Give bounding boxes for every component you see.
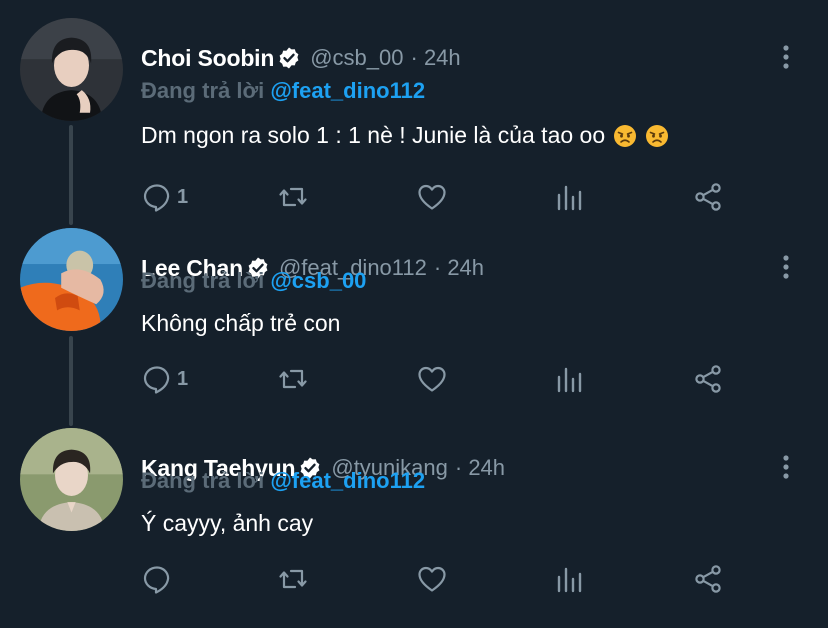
reply-count: 1 [177,185,189,208]
tweet-text: Dm ngon ra solo 1 : 1 nè ! Junie là của … [141,122,669,149]
retweet-icon [279,569,307,589]
tweet-text: Ý cayyy, ảnh cay [141,510,313,537]
replying-to: Đang trả lời @feat_dino112 [141,468,425,494]
reply-count: 1 [177,367,189,390]
like-icon [418,366,446,392]
avatar[interactable] [20,18,123,121]
tweet-text-body: Ý cayyy, ảnh cay [141,510,314,536]
retweet-icon [279,187,307,207]
share-button[interactable] [692,180,724,214]
tweet-text-body: Dm ngon ra solo 1 : 1 nè ! Junie là của … [141,122,606,148]
analytics-icon [557,185,582,211]
tweet-text: Không chấp trẻ con [141,310,340,337]
more-icon[interactable] [774,253,798,281]
angry-face-emoji [645,124,669,148]
replying-to-handle[interactable]: @csb_00 [270,268,366,293]
tweet-text-body: Không chấp trẻ con [141,310,341,336]
reply-button[interactable] [141,562,177,596]
retweet-button[interactable] [277,180,309,214]
timestamp[interactable]: · 24h [434,255,484,281]
share-button[interactable] [692,562,724,596]
avatar[interactable] [20,428,123,531]
retweet-button[interactable] [277,362,309,396]
analytics-button[interactable] [554,362,586,396]
reply-icon [143,366,170,394]
reply-icon [143,566,170,594]
like-icon [418,566,446,592]
like-icon [418,184,446,210]
replying-to: Đang trả lời @csb_00 [141,268,366,294]
more-icon[interactable] [774,43,798,71]
username[interactable]: @csb_00 [310,45,403,71]
replying-to-handle[interactable]: @feat_dino112 [270,468,425,493]
more-icon[interactable] [774,453,798,481]
like-button[interactable] [416,180,448,214]
share-icon [695,565,721,593]
replying-to-label: Đang trả lời [141,468,265,493]
angry-face-emoji [613,124,637,148]
replying-to-label: Đang trả lời [141,78,265,103]
reply-icon [143,184,170,212]
replying-to-handle[interactable]: @feat_dino112 [270,78,425,103]
retweet-icon [279,369,307,389]
replying-to-label: Đang trả lời [141,268,265,293]
like-button[interactable] [416,362,448,396]
like-button[interactable] [416,562,448,596]
tweet-header: Choi Soobin @csb_00 · 24h [141,40,461,76]
share-button[interactable] [692,362,724,396]
analytics-icon [557,567,582,593]
tweet[interactable]: Lee Chan @feat_dino112 · 24h Đang trả lờ… [0,228,828,428]
avatar[interactable] [20,228,123,331]
tweet[interactable]: Choi Soobin @csb_00 · 24h Đang trả lời @… [0,18,828,218]
timestamp[interactable]: · 24h [411,45,461,71]
retweet-button[interactable] [277,562,309,596]
share-icon [695,183,721,211]
analytics-button[interactable] [554,180,586,214]
display-name[interactable]: Choi Soobin [141,45,274,72]
share-icon [695,365,721,393]
tweet[interactable]: Kang Taehyun @tyunikang · 24h Đang trả l… [0,428,828,628]
analytics-button[interactable] [554,562,586,596]
replying-to: Đang trả lời @feat_dino112 [141,78,425,104]
reply-button[interactable]: 1 [141,362,188,396]
analytics-icon [557,367,582,393]
reply-button[interactable]: 1 [141,180,188,214]
timestamp[interactable]: · 24h [455,455,505,481]
verified-badge-icon [277,46,301,70]
